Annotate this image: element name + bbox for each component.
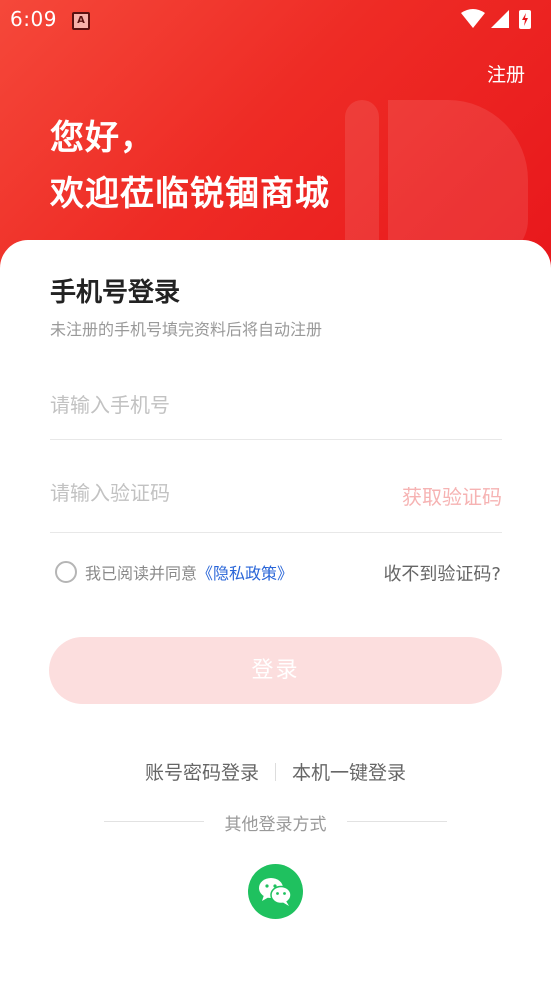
- agree-text: 我已阅读并同意: [85, 564, 198, 583]
- watermark-logo: [345, 100, 379, 250]
- signal-icon: [491, 10, 509, 28]
- code-field: 获取验证码: [50, 473, 502, 533]
- divider-right: [347, 821, 447, 822]
- greeting-line-1: 您好，: [50, 118, 155, 158]
- register-link[interactable]: 注册: [487, 60, 525, 87]
- one-click-login-link[interactable]: 本机一键登录: [292, 762, 406, 784]
- get-code-button[interactable]: 获取验证码: [402, 481, 502, 510]
- a-icon: A: [72, 12, 90, 30]
- status-icons: [461, 9, 531, 29]
- wechat-login-button[interactable]: [248, 864, 303, 919]
- login-subtitle: 未注册的手机号填完资料后将自动注册: [50, 320, 323, 339]
- agree-checkbox[interactable]: [55, 561, 77, 583]
- wifi-icon: [461, 9, 485, 28]
- status-bar: 6:09 A: [0, 0, 551, 38]
- status-time: 6:09: [10, 7, 57, 31]
- password-login-link[interactable]: 账号密码登录: [145, 762, 259, 784]
- privacy-policy-link[interactable]: 《隐私政策》: [197, 560, 293, 584]
- no-code-link[interactable]: 收不到验证码?: [383, 560, 501, 586]
- other-login-label: 其他登录方式: [224, 815, 327, 835]
- verification-code-input[interactable]: [50, 473, 370, 513]
- phone-input[interactable]: [50, 385, 370, 425]
- watermark-logo-part: [388, 100, 528, 260]
- agreement-row: 我已阅读并同意 《隐私政策》: [55, 560, 293, 584]
- page-title: 手机号登录: [50, 278, 181, 308]
- other-login-divider: 其他登录方式: [104, 810, 447, 835]
- wechat-icon: [259, 878, 292, 906]
- alt-login-row: 账号密码登录 本机一键登录: [0, 758, 551, 785]
- greeting-title: 您好， 欢迎莅临锐锢商城: [50, 110, 330, 222]
- greeting-line-2: 欢迎莅临锐锢商城: [50, 174, 330, 214]
- divider: [275, 763, 276, 781]
- login-button[interactable]: 登录: [49, 637, 502, 704]
- phone-field: [50, 385, 502, 440]
- login-card: 手机号登录 未注册的手机号填完资料后将自动注册 获取验证码 我已阅读并同意 《隐…: [0, 240, 551, 981]
